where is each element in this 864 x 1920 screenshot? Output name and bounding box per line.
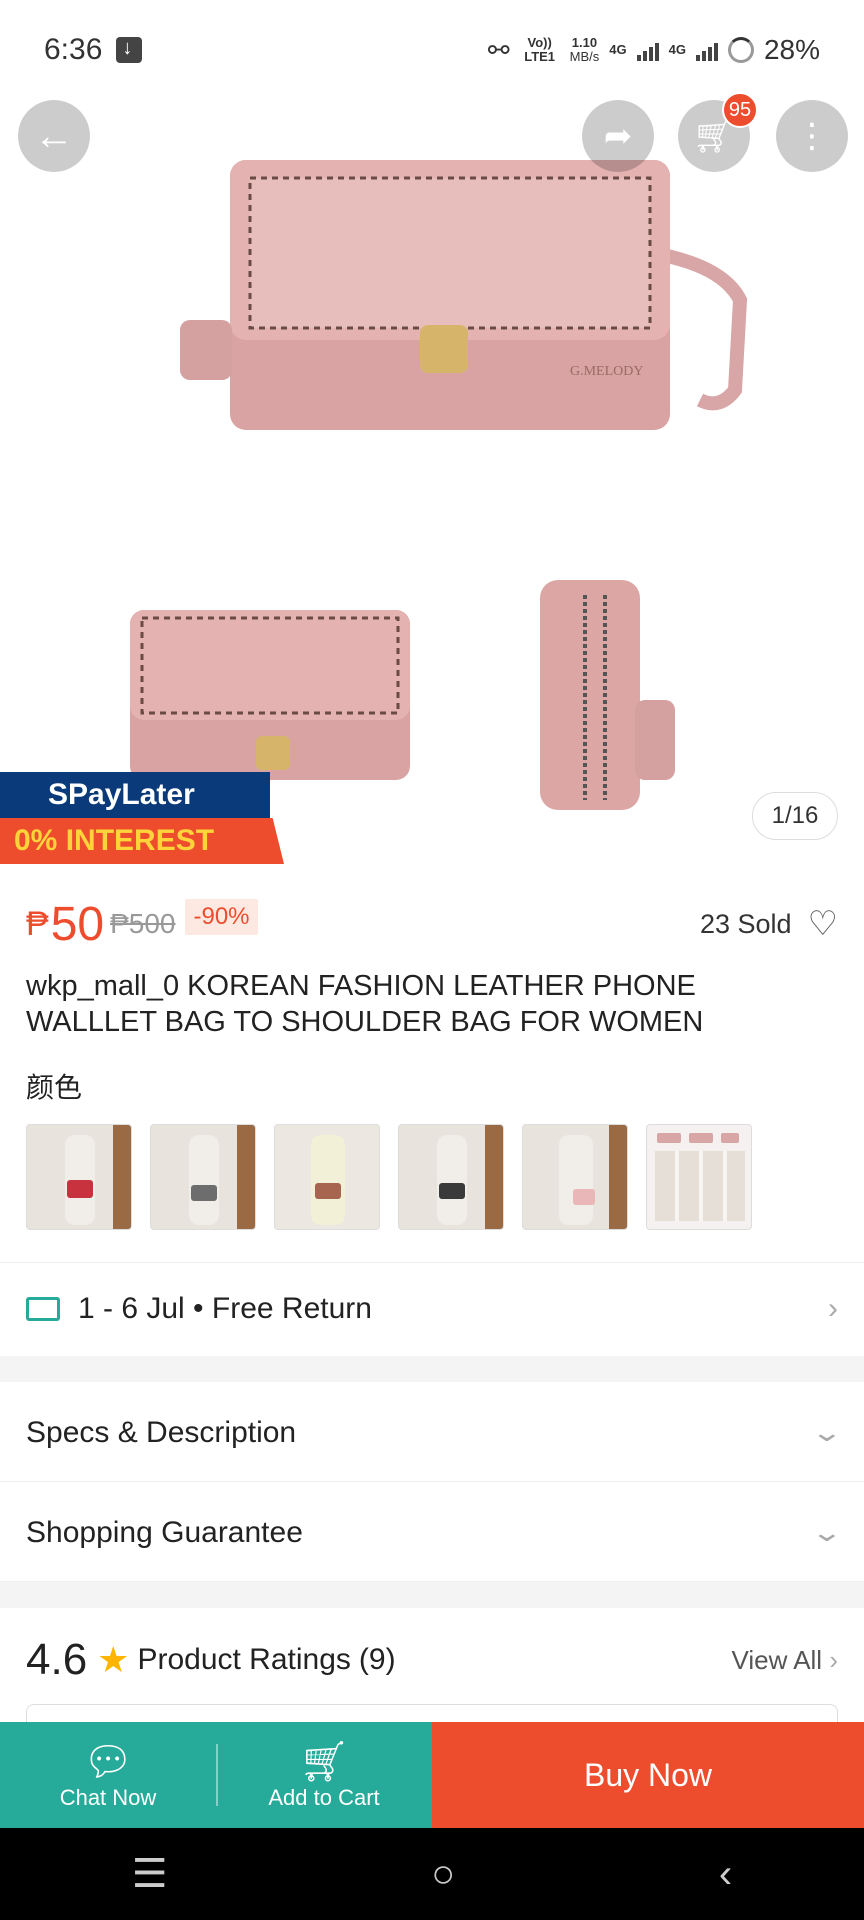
variation-thumb-2[interactable] xyxy=(150,1124,256,1230)
chevron-right-icon: › xyxy=(829,1644,838,1675)
network-speed-unit: MB/s xyxy=(569,49,600,64)
section-divider xyxy=(0,1582,864,1608)
share-button[interactable]: ➦ xyxy=(582,100,654,172)
spaylater-promo: SPayLater 0% INTEREST xyxy=(0,772,284,864)
variation-thumbnails xyxy=(26,1124,752,1230)
variation-thumb-5[interactable] xyxy=(522,1124,628,1230)
network-type-2: 4G xyxy=(668,42,686,57)
review-card xyxy=(26,1704,838,1724)
spaylater-label: SPayLater xyxy=(0,772,270,818)
heart-icon[interactable]: ♡ xyxy=(808,904,838,944)
image-counter: 1/16 xyxy=(752,792,838,840)
shopping-guarantee-row[interactable]: Shopping Guarantee ⌄ xyxy=(0,1484,864,1582)
shipping-row[interactable]: 1 - 6 Jul • Free Return › xyxy=(0,1262,864,1354)
network-speed: 1.10 MB/s xyxy=(570,36,600,64)
sold-count: 23 Sold xyxy=(699,908,792,939)
buy-now-button[interactable]: Buy Now xyxy=(432,1722,864,1828)
battery-percent: 28% xyxy=(763,34,820,65)
add-to-cart-button[interactable]: 🛒︎ Add to Cart xyxy=(216,1722,432,1828)
cart-button[interactable]: 🛒︎ 95 xyxy=(678,92,758,172)
system-nav-bar: ☰ ○ ‹ xyxy=(0,1828,864,1920)
ratings-row: 4.6 ★ Product Ratings (9) View All › xyxy=(26,1608,838,1712)
back-button[interactable]: ← xyxy=(18,100,90,172)
battery-icon xyxy=(727,37,754,63)
current-price: 50 xyxy=(50,897,105,951)
variation-thumb-3[interactable] xyxy=(274,1124,380,1230)
more-vertical-icon: ⋮ xyxy=(795,117,829,155)
section-divider xyxy=(0,1356,864,1382)
add-cart-icon: 🛒︎ xyxy=(298,1740,350,1784)
hotspot-icon: ⚯ xyxy=(487,34,510,65)
variation-thumb-1[interactable] xyxy=(26,1124,132,1230)
shipping-text: 1 - 6 Jul • Free Return xyxy=(78,1291,372,1325)
brand-mark: G.MELODY xyxy=(570,364,644,379)
ratings-label: Product Ratings xyxy=(137,1643,351,1676)
variation-label: 颜色 xyxy=(26,1072,83,1103)
share-icon: ➦ xyxy=(603,117,633,155)
chat-now-label: Chat Now xyxy=(59,1785,157,1810)
price-row: ₱ 50 ₱500 -90% 23 Sold ♡ xyxy=(26,884,838,964)
product-title: wkp_mall_0 KOREAN FASHION LEATHER PHONE … xyxy=(26,970,704,1038)
spacer xyxy=(0,1236,864,1262)
volte-indicator: Vo)) LTE1 xyxy=(524,35,556,64)
bottom-action-bar: 💬︎ Chat Now 🛒︎ Add to Cart Buy Now xyxy=(0,1722,864,1828)
back-nav-icon[interactable]: ‹ xyxy=(719,1852,732,1897)
chevron-down-icon: ⌄ xyxy=(810,1417,844,1447)
variation-thumb-4[interactable] xyxy=(398,1124,504,1230)
product-image-gallery[interactable]: G.MELODY ← ➦ 🛒︎ 95 ⋮ SPayLater 0% INTERE… xyxy=(0,0,864,864)
add-to-cart-label: Add to Cart xyxy=(268,1785,380,1810)
buy-now-label: Buy Now xyxy=(583,1756,713,1793)
signal-icon-1 xyxy=(636,39,659,61)
discount-badge: -90% xyxy=(185,899,258,935)
chevron-right-icon: › xyxy=(828,1291,838,1325)
home-icon[interactable]: ○ xyxy=(431,1852,455,1897)
network-speed-value: 1.10 xyxy=(571,35,598,50)
chat-bubble-icon: 💬︎ xyxy=(82,1740,134,1784)
back-arrow-icon: ← xyxy=(34,113,74,158)
view-all-link[interactable]: View All › xyxy=(732,1645,838,1676)
chat-now-button[interactable]: 💬︎ Chat Now xyxy=(0,1722,216,1828)
view-all-label: View All xyxy=(731,1644,823,1675)
signal-icon-2 xyxy=(695,39,718,61)
price-currency: ₱ xyxy=(26,904,49,943)
specs-label: Specs & Description xyxy=(26,1415,297,1449)
network-type-1: 4G xyxy=(609,42,627,57)
download-icon xyxy=(116,37,143,63)
chevron-down-icon: ⌄ xyxy=(810,1517,844,1547)
action-divider xyxy=(216,1744,218,1806)
original-price: ₱500 xyxy=(110,908,176,939)
variation-thumb-6[interactable] xyxy=(646,1124,752,1230)
status-time: 6:36 xyxy=(44,33,103,66)
guarantee-label: Shopping Guarantee xyxy=(26,1515,303,1549)
sold-count-area: 23 Sold ♡ xyxy=(700,904,838,944)
ratings-count: (9) xyxy=(358,1643,396,1676)
specs-description-row[interactable]: Specs & Description ⌄ xyxy=(0,1384,864,1482)
interest-label: 0% INTEREST xyxy=(0,818,284,864)
status-bar: 6:36 ⚯ Vo)) LTE1 1.10 MB/s 4G 4G 28% xyxy=(0,0,864,100)
star-icon: ★ xyxy=(97,1639,130,1680)
recent-apps-icon[interactable]: ☰ xyxy=(132,1851,168,1897)
rating-score: 4.6 xyxy=(26,1635,88,1684)
more-button[interactable]: ⋮ xyxy=(776,100,848,172)
truck-icon xyxy=(26,1296,60,1321)
